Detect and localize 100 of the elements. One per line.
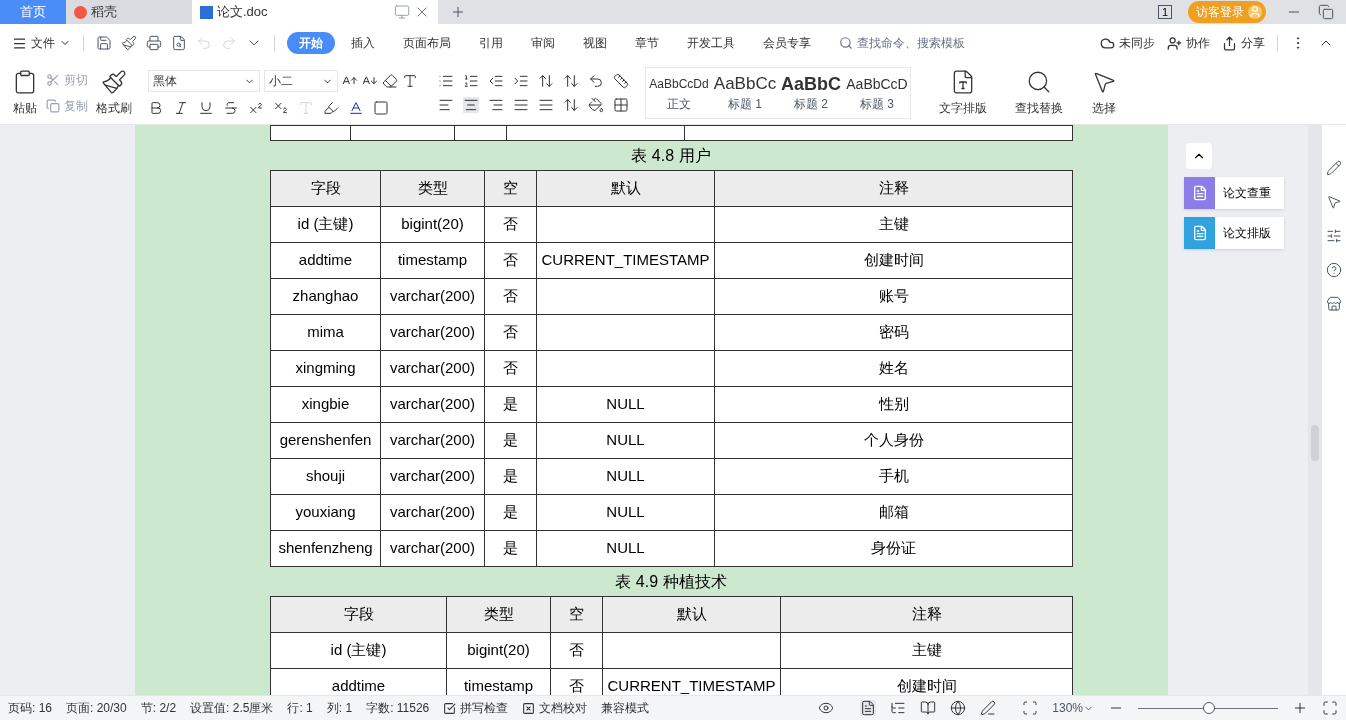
subscript-icon[interactable] xyxy=(273,100,289,116)
pointer-icon[interactable] xyxy=(1326,194,1342,210)
brush-icon[interactable] xyxy=(121,35,137,51)
fit-page-icon[interactable] xyxy=(1022,700,1039,716)
table-cell: xingbie xyxy=(270,386,381,423)
proofread-button[interactable]: 文档校对 xyxy=(522,699,588,717)
ribbon-tab[interactable]: 视图 xyxy=(571,32,619,54)
align-right-icon[interactable] xyxy=(488,97,504,113)
borders-icon[interactable] xyxy=(613,97,629,113)
table-cell: 是 xyxy=(484,458,537,495)
zoom-dropdown[interactable]: 130% xyxy=(1052,699,1094,717)
table-cell: varchar(200) xyxy=(380,278,485,315)
collapse-panel-button[interactable] xyxy=(1186,143,1212,169)
column-header: 类型 xyxy=(446,596,551,633)
vertical-scrollbar[interactable] xyxy=(1308,125,1322,695)
font-color-icon[interactable] xyxy=(348,100,364,116)
page-count-badge[interactable]: 1 xyxy=(1157,5,1172,19)
file-menu[interactable]: 文件 xyxy=(12,34,71,52)
strikethrough-icon[interactable] xyxy=(223,100,239,116)
column-header: 字段 xyxy=(270,596,447,633)
table-cell: 是 xyxy=(484,530,537,567)
paste-button[interactable]: 粘贴 xyxy=(8,69,42,117)
table-cell: mima xyxy=(270,314,381,351)
outline-view-icon[interactable] xyxy=(890,700,907,716)
store-icon[interactable] xyxy=(1326,296,1342,312)
font-dropdown[interactable]: 黑体 xyxy=(148,70,260,92)
ribbon-tab[interactable]: 页面布局 xyxy=(391,32,463,54)
document-tab[interactable]: 论文.doc xyxy=(192,0,438,24)
indent-icon[interactable] xyxy=(513,73,529,89)
preview-icon[interactable] xyxy=(171,35,187,51)
table-cell: 密码 xyxy=(714,314,1073,351)
collab-button[interactable]: 协作 xyxy=(1167,34,1210,52)
status-item: 列: 1 xyxy=(326,700,353,717)
sync-button[interactable]: 未同步 xyxy=(1100,34,1155,52)
status-item: 页面: 20/30 xyxy=(66,700,127,717)
reading-view-icon[interactable] xyxy=(920,700,937,716)
ribbon-tab[interactable]: 开发工具 xyxy=(675,32,747,54)
style-preset[interactable]: AaBbCcD 标题 3 xyxy=(844,68,910,118)
select-button[interactable]: 选择 xyxy=(1087,69,1121,117)
document-tab[interactable]: 稻壳 xyxy=(66,0,192,24)
pencil-icon[interactable] xyxy=(1326,160,1342,176)
bullet-list-icon[interactable] xyxy=(438,73,454,89)
column-header: 默认 xyxy=(536,170,715,207)
ribbon-tab[interactable]: 审阅 xyxy=(519,32,567,54)
font-size-dropdown[interactable]: 小二 xyxy=(264,70,338,92)
justify-icon[interactable] xyxy=(513,97,529,113)
table-cell: 否 xyxy=(484,278,537,315)
help-icon[interactable] xyxy=(1326,262,1342,278)
style-preset[interactable]: AaBbCc 标题 1 xyxy=(712,68,778,118)
find-replace-button[interactable]: 查找替换 xyxy=(1011,69,1067,117)
bold-icon[interactable] xyxy=(148,100,164,116)
text-layout-button[interactable]: 文字排版 xyxy=(935,69,991,117)
slider-thumb[interactable] xyxy=(1203,702,1216,714)
table-cell: 否 xyxy=(550,632,603,669)
table-cell: varchar(200) xyxy=(380,530,485,567)
underline-icon[interactable] xyxy=(198,100,214,116)
eye-icon[interactable] xyxy=(818,700,835,716)
align-center-icon[interactable] xyxy=(463,97,479,113)
ribbon-tab[interactable]: 章节 xyxy=(623,32,671,54)
table-cell: timestamp xyxy=(380,242,485,279)
pen-icon[interactable] xyxy=(980,700,997,716)
sliders-icon[interactable] xyxy=(1326,228,1342,244)
restore-icon[interactable] xyxy=(1318,4,1334,20)
italic-icon[interactable] xyxy=(173,100,189,116)
line-break-icon[interactable] xyxy=(588,73,604,89)
shading-icon[interactable] xyxy=(588,97,604,113)
zoom-in-icon[interactable] xyxy=(1292,700,1308,716)
highlighter-icon[interactable] xyxy=(323,100,339,116)
table-cell: zhanghao xyxy=(270,278,381,315)
format-painter-button[interactable]: 格式刷 xyxy=(92,69,136,117)
table-cell: NULL xyxy=(536,422,715,459)
spell-check-button[interactable]: 拼写检查 xyxy=(443,699,509,717)
table-cell: gerenshenfen xyxy=(270,422,381,459)
column-header: 注释 xyxy=(780,596,1073,633)
ribbon-tab[interactable]: 会员专享 xyxy=(751,32,823,54)
ribbon-tab[interactable]: 引用 xyxy=(467,32,515,54)
style-preset[interactable]: AaBbCcDd 正文 xyxy=(646,68,712,118)
print-icon[interactable] xyxy=(146,35,162,51)
search-field[interactable]: 查找命令、搜索模板 xyxy=(839,34,997,52)
save-icon[interactable] xyxy=(96,35,112,51)
distribute-icon[interactable] xyxy=(538,97,554,113)
table-cell: varchar(200) xyxy=(380,458,485,495)
table-cell: 性别 xyxy=(714,386,1073,423)
ruler-icon[interactable] xyxy=(613,73,629,89)
numbered-list-icon[interactable] xyxy=(463,73,479,89)
align-left-icon[interactable] xyxy=(438,97,454,113)
side-panel-card[interactable]: 论文查重 xyxy=(1184,177,1284,209)
border-icon[interactable] xyxy=(373,100,389,116)
page-view-icon[interactable] xyxy=(860,700,877,716)
share-button[interactable]: 分享 xyxy=(1222,34,1265,52)
superscript-icon[interactable] xyxy=(248,100,264,116)
web-view-icon[interactable] xyxy=(950,700,967,716)
ribbon-tab[interactable]: 插入 xyxy=(339,32,387,54)
style-preset[interactable]: AaBbC 标题 2 xyxy=(778,68,844,118)
line-spacing-icon[interactable] xyxy=(563,97,579,113)
eraser-icon[interactable] xyxy=(382,73,398,89)
side-panel-card[interactable]: 论文排版 xyxy=(1184,217,1284,249)
fullscreen-icon[interactable] xyxy=(1322,700,1338,716)
outdent-icon[interactable] xyxy=(488,73,504,89)
zoom-slider[interactable] xyxy=(1138,702,1278,714)
